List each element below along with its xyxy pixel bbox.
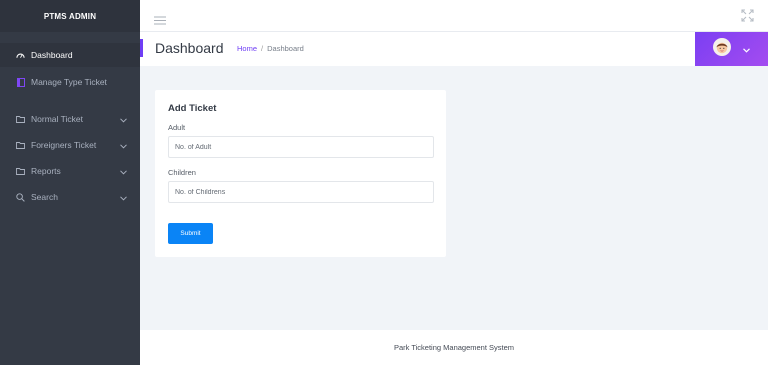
sidebar-item-label: Normal Ticket [31, 114, 83, 124]
adult-input[interactable] [168, 136, 434, 158]
chevron-down-icon [120, 193, 127, 203]
sidebar-item-label: Search [31, 192, 58, 202]
add-ticket-card: Add Ticket Adult Children Submit [155, 90, 446, 257]
sidebar: PTMS ADMIN Dashboard Manage Type Ticket … [0, 0, 140, 365]
sidebar-item-label: Manage Type Ticket [31, 77, 107, 87]
fullscreen-icon[interactable] [741, 9, 754, 27]
footer-text: Park Ticketing Management System [393, 343, 515, 352]
title-accent-bar [140, 39, 143, 57]
breadcrumb-home-link[interactable]: Home [237, 44, 257, 53]
chevron-down-icon [120, 141, 127, 151]
dashboard-icon [16, 51, 25, 60]
sidebar-item-reports[interactable]: Reports [0, 159, 140, 183]
sidebar-item-label: Reports [31, 166, 61, 176]
footer: Park Ticketing Management System [140, 330, 768, 365]
chevron-down-icon [120, 115, 127, 125]
book-icon [16, 77, 25, 87]
brand-title: PTMS ADMIN [0, 0, 140, 32]
sidebar-item-label: Dashboard [31, 50, 73, 60]
chevron-down-icon [743, 40, 750, 58]
sidebar-item-normal-ticket[interactable]: Normal Ticket [0, 107, 140, 131]
page-header: Dashboard Home / Dashboard [140, 32, 768, 66]
sidebar-item-dashboard[interactable]: Dashboard [0, 43, 140, 67]
chevron-down-icon [120, 167, 127, 177]
children-label: Children [168, 168, 196, 177]
adult-label: Adult [168, 123, 186, 132]
avatar [713, 37, 731, 61]
children-input[interactable] [168, 181, 434, 203]
hamburger-menu-icon[interactable] [154, 12, 166, 30]
breadcrumb: Home / Dashboard [237, 44, 304, 53]
sidebar-item-search[interactable]: Search [0, 185, 140, 209]
folder-icon [16, 167, 25, 176]
search-icon [16, 192, 25, 202]
sidebar-item-label: Foreigners Ticket [31, 140, 97, 150]
sidebar-item-manage-type-ticket[interactable]: Manage Type Ticket [0, 70, 140, 94]
folder-icon [16, 115, 25, 124]
page-title: Dashboard [155, 40, 224, 56]
folder-icon [16, 141, 25, 150]
card-title: Add Ticket [168, 103, 217, 114]
sidebar-item-foreigners-ticket[interactable]: Foreigners Ticket [0, 133, 140, 157]
breadcrumb-separator: / [261, 44, 264, 53]
user-menu-button[interactable] [695, 32, 768, 66]
topbar [140, 0, 768, 32]
submit-button[interactable]: Submit [168, 223, 213, 244]
breadcrumb-current: Dashboard [267, 44, 304, 53]
